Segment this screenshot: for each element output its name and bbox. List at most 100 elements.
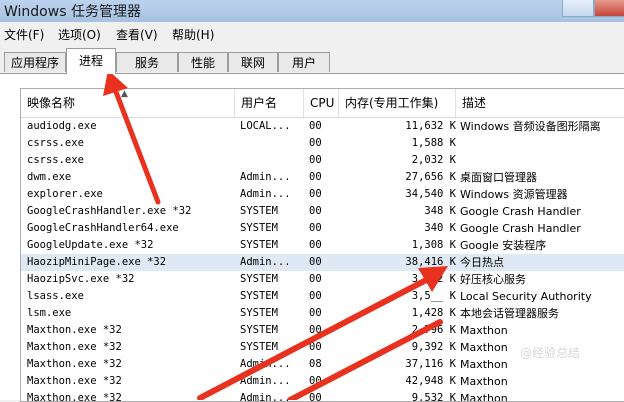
sort-ascending-icon: ▲: [121, 89, 128, 99]
process-cpu: 00: [309, 375, 322, 387]
process-cpu: 00: [309, 239, 322, 251]
process-row[interactable]: audiodg.exe LOCAL... 00 11,632 K Windows 音频设…: [21, 118, 624, 135]
process-memory: 42,948 K: [405, 375, 456, 387]
process-row[interactable]: Maxthon.exe *32 Admin... 00 42,948 K Maxthon: [21, 373, 624, 390]
process-row[interactable]: lsass.exe SYSTEM 00 3,5__ K Local Security A…: [21, 288, 624, 305]
process-memory: 2,796 K: [411, 324, 456, 336]
process-row[interactable]: HaozipMiniPage.exe *32 Admin... 00 38,416 K…: [21, 254, 624, 271]
process-description: Maxthon: [460, 375, 508, 388]
process-description: Windows 资源管理器: [460, 188, 568, 201]
process-description: Local Security Authority: [460, 290, 592, 303]
process-cpu: 00: [309, 188, 322, 200]
process-user: SYSTEM: [240, 273, 278, 285]
process-cpu: 00: [309, 290, 322, 302]
tab-applications[interactable]: 应用程序: [4, 52, 66, 72]
menu-file[interactable]: 文件(F): [4, 26, 44, 43]
process-row[interactable]: csrss.exe 00 1,588 K: [21, 135, 624, 152]
process-row[interactable]: explorer.exe Admin... 00 34,540 K Windows 资源…: [21, 186, 624, 203]
process-cpu: 00: [309, 205, 322, 217]
close-button[interactable]: [594, 0, 624, 17]
process-memory: 11,632 K: [405, 120, 456, 132]
tab-networking[interactable]: 联网: [228, 52, 278, 72]
process-description: Windows 音频设备图形隔离: [460, 120, 601, 133]
process-memory: 27,656 K: [405, 171, 456, 183]
column-header-description[interactable]: 描述: [456, 89, 624, 117]
maximize-button[interactable]: [562, 0, 594, 17]
process-name: Maxthon.exe *32: [27, 324, 122, 336]
process-row[interactable]: GoogleUpdate.exe *32 SYSTEM 00 1,308 K Googl…: [21, 237, 624, 254]
process-name: Maxthon.exe *32: [27, 341, 122, 353]
process-row[interactable]: HaozipSvc.exe *32 SYSTEM 00 3,552 K 好压核心服务: [21, 271, 624, 288]
process-name: csrss.exe: [27, 137, 84, 149]
process-memory: 1,588 K: [411, 137, 456, 149]
process-description: Google Crash Handler: [460, 222, 581, 235]
process-name: explorer.exe: [27, 188, 103, 200]
column-header-user[interactable]: 用户名: [235, 89, 304, 117]
process-cpu: 00: [309, 137, 322, 149]
process-cpu: 00: [309, 222, 322, 234]
process-memory: 9,532 K: [411, 392, 456, 402]
process-memory: 3,5__ K: [411, 290, 456, 302]
tab-performance[interactable]: 性能: [178, 52, 228, 72]
tab-users[interactable]: 用户: [278, 52, 330, 72]
process-row[interactable]: GoogleCrashHandler.exe *32 SYSTEM 00 348 K G…: [21, 203, 624, 220]
process-description: Google 安装程序: [460, 239, 547, 252]
tab-processes[interactable]: 进程: [66, 48, 116, 74]
process-user: SYSTEM: [240, 341, 278, 353]
process-user: [240, 152, 302, 169]
process-cpu: 00: [309, 324, 322, 336]
tab-services[interactable]: 服务: [116, 52, 178, 72]
process-user: Admin...: [240, 375, 291, 387]
process-user: SYSTEM: [240, 324, 278, 336]
process-cpu: 00: [309, 120, 322, 132]
process-row[interactable]: dwm.exe Admin... 00 27,656 K 桌面窗口管理器: [21, 169, 624, 186]
process-name: GoogleCrashHandler.exe *32: [27, 205, 192, 217]
menu-bar: 文件(F) 选项(O) 查看(V) 帮助(H): [0, 22, 624, 44]
process-name: HaozipSvc.exe *32: [27, 273, 135, 285]
process-cpu: 00: [309, 341, 322, 353]
process-memory: 348 K: [424, 205, 456, 217]
process-cpu: 00: [309, 171, 322, 183]
process-user: Admin...: [240, 392, 291, 402]
process-user: SYSTEM: [240, 307, 278, 319]
process-cpu: 00: [309, 307, 322, 319]
process-description: 今日热点: [460, 256, 504, 269]
process-user: Admin...: [240, 256, 291, 268]
menu-help[interactable]: 帮助(H): [172, 26, 214, 43]
menu-view[interactable]: 查看(V): [116, 26, 158, 43]
process-cpu: 00: [309, 392, 322, 402]
process-name: GoogleCrashHandler64.exe: [27, 222, 179, 234]
process-name: Maxthon.exe *32: [27, 392, 122, 402]
process-row[interactable]: lsm.exe SYSTEM 00 1,428 K 本地会话管理器服务: [21, 305, 624, 322]
column-header-memory[interactable]: 内存(专用工作集): [339, 89, 456, 117]
process-user: LOCAL...: [240, 120, 291, 132]
process-memory: 1,308 K: [411, 239, 456, 251]
process-memory: 9,392 K: [411, 341, 456, 353]
process-name: Maxthon.exe *32: [27, 375, 122, 387]
process-row[interactable]: csrss.exe 00 2,032 K: [21, 152, 624, 169]
watermark: @经验总结: [520, 346, 581, 360]
process-cpu: 08: [309, 358, 322, 370]
process-description: Maxthon: [460, 324, 508, 337]
process-memory: 38,416 K: [405, 256, 456, 268]
process-memory: 34,540 K: [405, 188, 456, 200]
column-header-cpu[interactable]: CPU: [304, 89, 339, 117]
process-description: Google Crash Handler: [460, 205, 581, 218]
process-name: lsm.exe: [27, 307, 72, 319]
process-description: 桌面窗口管理器: [460, 171, 537, 184]
tab-strip: 应用程序 进程 服务 性能 联网 用户: [0, 44, 624, 74]
process-name: GoogleUpdate.exe *32: [27, 239, 154, 251]
process-row[interactable]: GoogleCrashHandler64.exe SYSTEM 00 340 K Goo…: [21, 220, 624, 237]
process-row[interactable]: Maxthon.exe *32 SYSTEM 00 2,796 K Maxthon: [21, 322, 624, 339]
process-memory: 1,428 K: [411, 307, 456, 319]
menu-options[interactable]: 选项(O): [58, 26, 101, 43]
process-memory: 340 K: [424, 222, 456, 234]
process-name: csrss.exe: [27, 154, 84, 166]
process-row[interactable]: Maxthon.exe *32 Admin... 00 9,532 K Maxthon: [21, 390, 624, 402]
column-header-name[interactable]: 映像名称 ▲: [21, 89, 235, 117]
title-bar: Windows 任务管理器: [0, 0, 624, 22]
process-user: [240, 135, 302, 152]
process-name: dwm.exe: [27, 171, 72, 183]
column-header-row: 映像名称 ▲ 用户名 CPU 内存(专用工作集) 描述: [21, 89, 624, 118]
process-user: Admin...: [240, 171, 291, 183]
